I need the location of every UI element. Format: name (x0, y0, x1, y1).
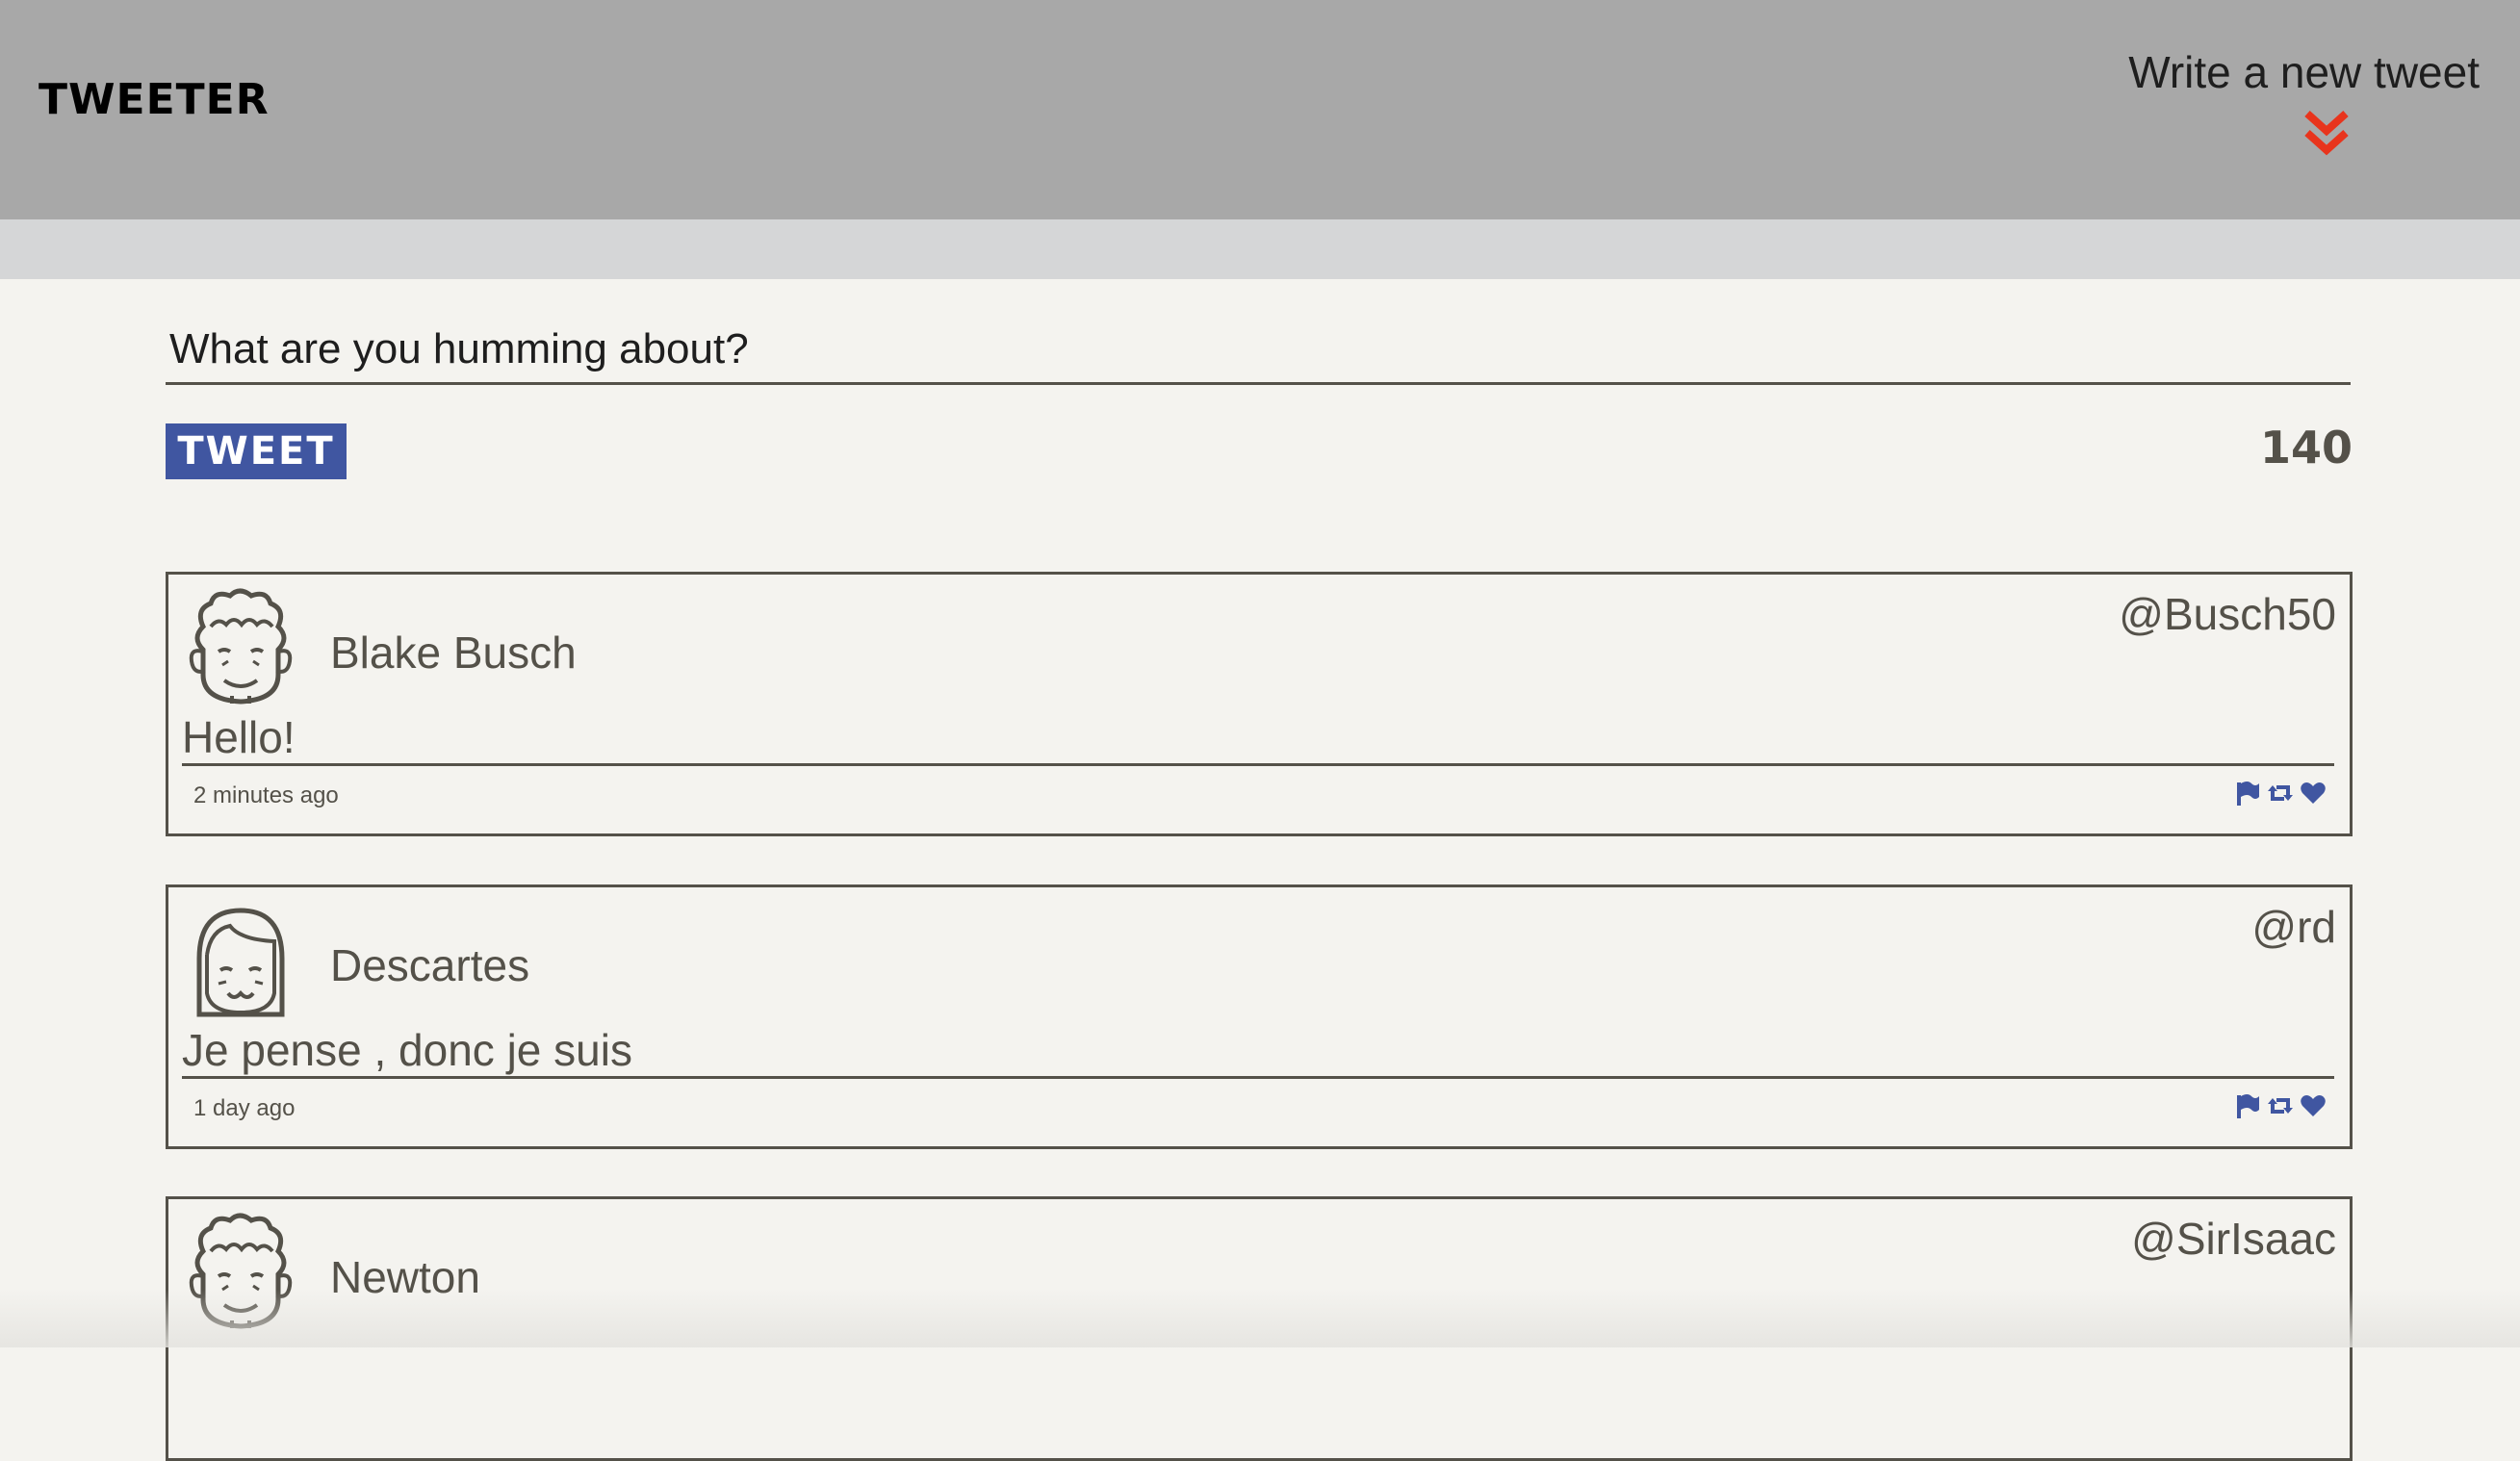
retweet-icon[interactable] (2267, 780, 2294, 807)
tweet-content: Hello! (182, 712, 296, 762)
new-tweet-input[interactable] (166, 316, 2351, 385)
tweet-card: Newton @SirIsaac (166, 1196, 2353, 1461)
tweet-divider (182, 763, 2334, 766)
heart-icon[interactable] (2300, 780, 2327, 807)
tweet-content: Je pense , donc je suis (182, 1025, 632, 1075)
tweet-author-handle: @SirIsaac (2131, 1214, 2336, 1264)
flag-icon[interactable] (2234, 780, 2261, 807)
tweet-timestamp: 2 minutes ago (193, 782, 339, 808)
tweet-timestamp: 1 day ago (193, 1095, 296, 1121)
curly-hair-avatar-icon (189, 1213, 293, 1329)
write-new-tweet-toggle[interactable]: Write a new tweet (2075, 46, 2480, 162)
tweet-actions (2234, 1091, 2327, 1120)
retweet-icon[interactable] (2267, 1092, 2294, 1119)
tweet-author-name: Newton (330, 1252, 480, 1302)
tweet-divider (182, 1076, 2334, 1079)
character-counter: 140 (2259, 422, 2353, 474)
brand-logo[interactable]: TWEETER (39, 75, 270, 124)
tweet-card: Blake Busch @Busch50 Hello! 2 minutes ag… (166, 572, 2353, 836)
header-texture-strip (0, 219, 2520, 279)
heart-icon[interactable] (2300, 1092, 2327, 1119)
tweet-author-name: Descartes (330, 940, 530, 990)
tweet-actions (2234, 779, 2327, 807)
bob-hair-avatar-icon (196, 908, 285, 1017)
tweet-button[interactable]: TWEET (166, 423, 347, 479)
write-new-tweet-label[interactable]: Write a new tweet (2128, 46, 2480, 98)
tweet-author-name: Blake Busch (330, 628, 577, 678)
tweet-author-handle: @rd (2251, 902, 2336, 952)
double-chevron-down-icon[interactable] (2301, 110, 2352, 156)
tweet-author-handle: @Busch50 (2119, 589, 2336, 639)
tweet-card: Descartes @rd Je pense , donc je suis 1 … (166, 884, 2353, 1149)
navbar: TWEETER Write a new tweet (0, 0, 2520, 219)
flag-icon[interactable] (2234, 1092, 2261, 1119)
curly-hair-avatar-icon (189, 588, 293, 705)
